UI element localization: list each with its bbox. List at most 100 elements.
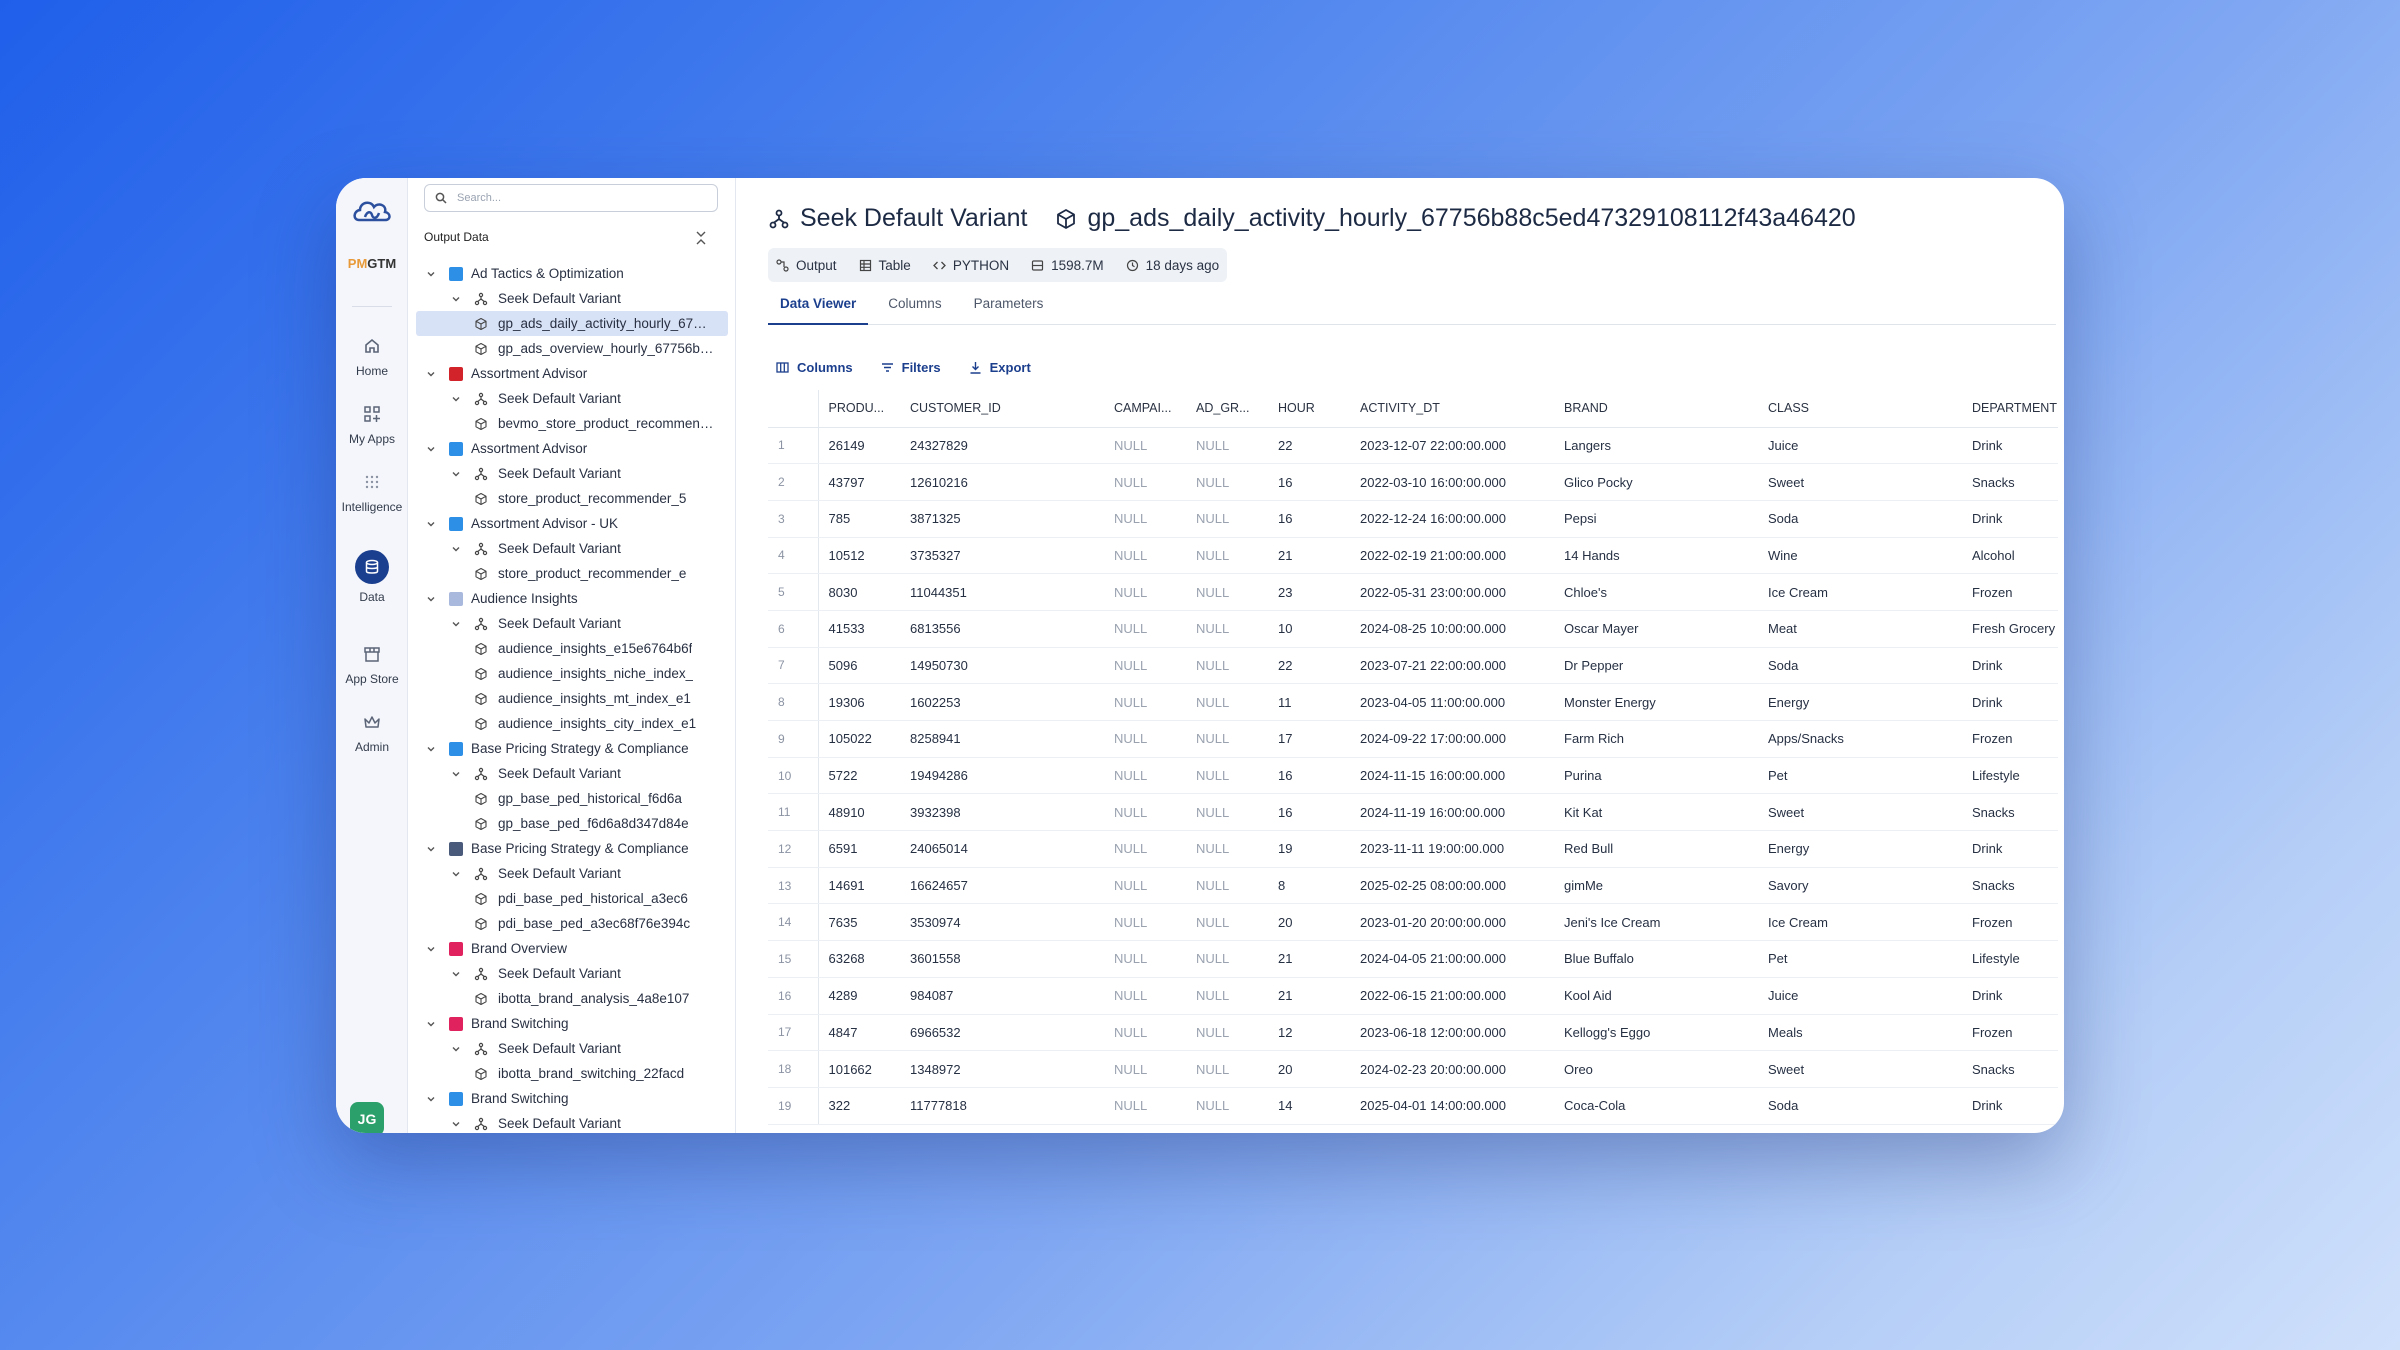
table-row[interactable]: 4 10512 3735327 NULL NULL 21 2022-02-19 21:00:… — [768, 537, 2058, 575]
export-button[interactable]: Export — [969, 360, 1031, 375]
column-header[interactable]: AD_GR... — [1186, 390, 1268, 428]
tree-group[interactable]: Assortment Advisor — [408, 436, 736, 461]
table-row[interactable]: 14 7635 3530974 NULL NULL 20 2023-01-20 20:00:… — [768, 903, 2058, 942]
table-row[interactable]: 6 41533 6813556 NULL NULL 10 2024-08-25 10:00:… — [768, 610, 2058, 648]
chevron-down-icon[interactable] — [450, 968, 462, 980]
column-header[interactable]: CLASS — [1758, 390, 1962, 428]
tree-group[interactable]: Base Pricing Strategy & Compliance — [408, 736, 736, 761]
chevron-down-icon[interactable] — [450, 868, 462, 880]
column-header[interactable]: CUSTOMER_ID — [900, 390, 1104, 428]
tree-dataset-item[interactable]: store_product_recommender_5 — [408, 486, 736, 511]
table-row[interactable]: 9 105022 8258941 NULL NULL 17 2024-09-22 17:00… — [768, 720, 2058, 758]
chevron-down-icon[interactable] — [425, 743, 437, 755]
table-row[interactable]: 2 43797 12610216 NULL NULL 16 2022-03-10 16:00… — [768, 463, 2058, 501]
tree-variant[interactable]: Seek Default Variant — [408, 1111, 736, 1133]
tree-dataset-item[interactable]: ibotta_brand_switching_22facd — [408, 1061, 736, 1086]
tree-dataset-item[interactable]: audience_insights_niche_index_ — [408, 661, 736, 686]
tree-group[interactable]: Brand Switching — [408, 1086, 736, 1111]
chevron-down-icon[interactable] — [425, 1018, 437, 1030]
tree-variant[interactable]: Seek Default Variant — [408, 761, 736, 786]
column-header[interactable]: ACTIVITY_DT — [1350, 390, 1554, 428]
tab-columns[interactable]: Columns — [876, 292, 953, 325]
table-row[interactable]: 7 5096 14950730 NULL NULL 22 2023-07-21 22:00:… — [768, 647, 2058, 685]
table-row[interactable]: 8 19306 1602253 NULL NULL 11 2023-04-05 11:00:… — [768, 683, 2058, 721]
user-avatar[interactable]: JG — [350, 1102, 384, 1133]
tree-dataset-item[interactable]: gp_base_ped_f6d6a8d347d84e — [408, 811, 736, 836]
chevron-down-icon[interactable] — [450, 1118, 462, 1130]
chevron-down-icon[interactable] — [425, 593, 437, 605]
tree-dataset-item[interactable]: audience_insights_mt_index_e1 — [408, 686, 736, 711]
chevron-down-icon[interactable] — [450, 618, 462, 630]
table-row[interactable]: 19 322 11777818 NULL NULL 14 2025-04-01 14:00:… — [768, 1087, 2058, 1125]
chevron-down-icon[interactable] — [450, 768, 462, 780]
chevron-down-icon[interactable] — [450, 468, 462, 480]
chevron-down-icon[interactable] — [450, 543, 462, 555]
tree-group[interactable]: Audience Insights — [408, 586, 736, 611]
chevron-down-icon[interactable] — [450, 293, 462, 305]
tree-dataset-item[interactable]: gp_ads_daily_activity_hourly_67756b88c5e… — [416, 311, 728, 336]
tree-variant[interactable]: Seek Default Variant — [408, 611, 736, 636]
chevron-down-icon[interactable] — [425, 1093, 437, 1105]
columns-button[interactable]: Columns — [776, 360, 853, 375]
table-row[interactable]: 13 14691 16624657 NULL NULL 8 2025-02-25 08:00… — [768, 867, 2058, 905]
tree-dataset-item[interactable]: gp_base_ped_historical_f6d6a — [408, 786, 736, 811]
nav-home[interactable]: Home — [336, 336, 408, 378]
tree-variant[interactable]: Seek Default Variant — [408, 386, 736, 411]
chevron-down-icon[interactable] — [425, 518, 437, 530]
table-row[interactable]: 12 6591 24065014 NULL NULL 19 2023-11-11 19:00… — [768, 830, 2058, 868]
table-row[interactable]: 10 5722 19494286 NULL NULL 16 2024-11-15 16:00… — [768, 757, 2058, 795]
chevron-down-icon[interactable] — [425, 268, 437, 280]
tree-group[interactable]: Brand Overview — [408, 936, 736, 961]
nav-app-store[interactable]: App Store — [336, 644, 408, 686]
tree-dataset-item[interactable]: pdi_base_ped_historical_a3ec6 — [408, 886, 736, 911]
tree-variant[interactable]: Seek Default Variant — [408, 961, 736, 986]
chevron-down-icon[interactable] — [425, 843, 437, 855]
chevron-down-icon[interactable] — [425, 443, 437, 455]
data-table-container[interactable]: PRODU... CUSTOMER_ID CAMPAI... AD_GR... HOUR… — [768, 390, 2058, 1133]
app-logo-icon[interactable] — [349, 190, 395, 236]
tree-dataset-item[interactable]: audience_insights_e15e6764b6f — [408, 636, 736, 661]
table-row[interactable]: 3 785 3871325 NULL NULL 16 2022-12-24 16:00:00… — [768, 500, 2058, 538]
tree-dataset-item[interactable]: audience_insights_city_index_e1 — [408, 711, 736, 736]
nav-admin[interactable]: Admin — [336, 712, 408, 754]
table-row[interactable]: 11 48910 3932398 NULL NULL 16 2024-11-19 16:00… — [768, 793, 2058, 832]
table-row[interactable]: 18 101662 1348972 NULL NULL 20 2024-02-23 20:0… — [768, 1050, 2058, 1088]
chevron-down-icon[interactable] — [425, 368, 437, 380]
column-header[interactable]: PRODU... — [818, 390, 900, 428]
search-input[interactable] — [457, 192, 697, 204]
chevron-down-icon[interactable] — [425, 943, 437, 955]
tree-variant[interactable]: Seek Default Variant — [408, 461, 736, 486]
nav-data[interactable]: Data — [336, 550, 408, 604]
tree-search[interactable] — [424, 184, 718, 212]
tree-variant[interactable]: Seek Default Variant — [408, 1036, 736, 1061]
tree-group[interactable]: Ad Tactics & Optimization — [408, 261, 736, 286]
tree-group[interactable]: Assortment Advisor — [408, 361, 736, 386]
tree-dataset-item[interactable]: bevmo_store_product_recommender — [408, 411, 736, 436]
tree-variant[interactable]: Seek Default Variant — [408, 861, 736, 886]
table-row[interactable]: 15 63268 3601558 NULL NULL 21 2024-04-05 21:00… — [768, 940, 2058, 978]
column-header[interactable]: BRAND — [1554, 390, 1758, 428]
tree-dataset-item[interactable]: store_product_recommender_e — [408, 561, 736, 586]
tree-dataset-item[interactable]: gp_ads_overview_hourly_67756b88 — [408, 336, 736, 361]
nav-my-apps[interactable]: My Apps — [336, 404, 408, 446]
column-header[interactable]: HOUR — [1268, 390, 1350, 428]
table-row[interactable]: 16 4289 984087 NULL NULL 21 2022-06-15 21:00:0… — [768, 977, 2058, 1015]
tree-group[interactable]: Brand Switching — [408, 1011, 736, 1036]
collapse-all-icon[interactable] — [694, 230, 708, 246]
tree-dataset-item[interactable]: pdi_base_ped_a3ec68f76e394c — [408, 911, 736, 936]
tree-variant[interactable]: Seek Default Variant — [408, 536, 736, 561]
chevron-down-icon[interactable] — [450, 1043, 462, 1055]
table-row[interactable]: 17 4847 6966532 NULL NULL 12 2023-06-18 12:00:… — [768, 1014, 2058, 1052]
nav-intelligence[interactable]: Intelligence — [336, 472, 408, 514]
tab-data-viewer[interactable]: Data Viewer — [768, 292, 869, 325]
table-row[interactable]: 1 26149 24327829 NULL NULL 22 2023-12-07 22:00… — [768, 427, 2058, 465]
tree-dataset-item[interactable]: ibotta_brand_analysis_4a8e107 — [408, 986, 736, 1011]
chevron-down-icon[interactable] — [450, 393, 462, 405]
tab-parameters[interactable]: Parameters — [962, 292, 1056, 325]
column-header[interactable]: DEPARTMENT — [1962, 390, 2058, 428]
tree-variant[interactable]: Seek Default Variant — [408, 286, 736, 311]
filters-button[interactable]: Filters — [881, 360, 941, 375]
column-header[interactable]: CAMPAI... — [1104, 390, 1186, 428]
tree-group[interactable]: Assortment Advisor - UK — [408, 511, 736, 536]
table-row[interactable]: 5 8030 11044351 NULL NULL 23 2022-05-31 23:00:… — [768, 573, 2058, 611]
